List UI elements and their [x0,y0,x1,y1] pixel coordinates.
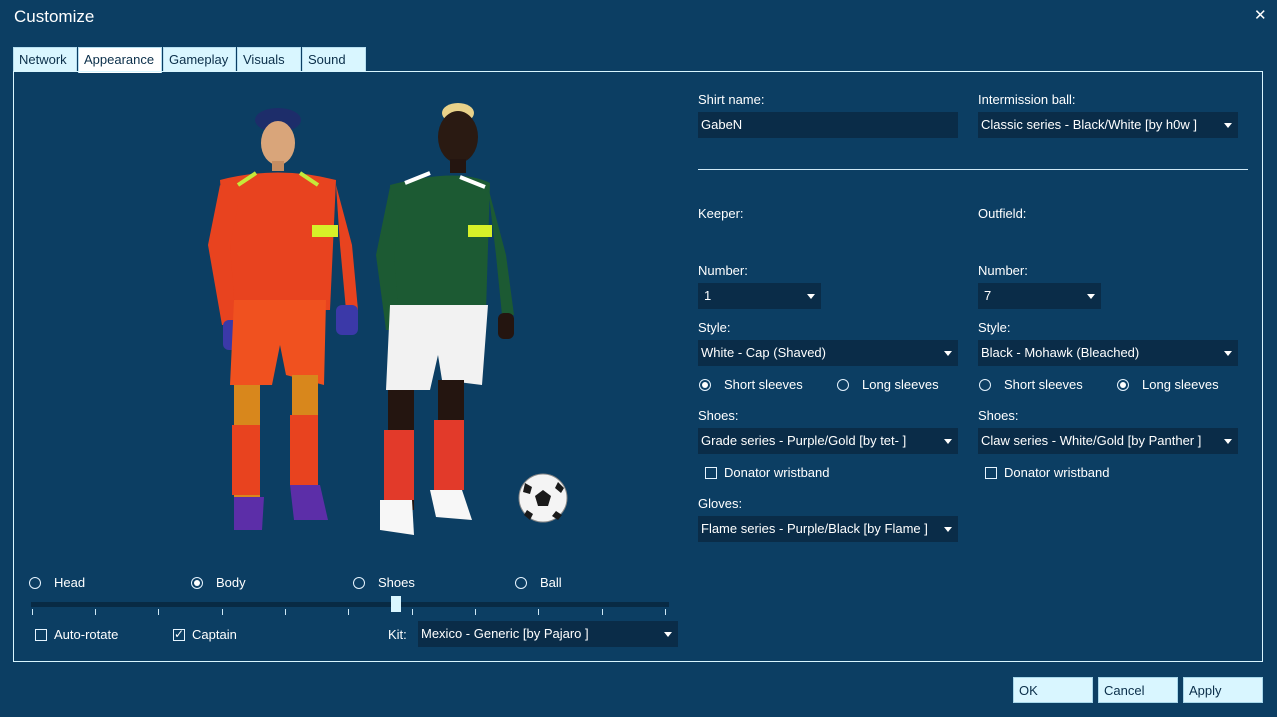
tab-sound[interactable]: Sound [302,47,366,72]
intermission-ball-label: Intermission ball: [978,92,1076,107]
chevron-down-icon [1224,351,1232,356]
keeper-number-value: 1 [704,288,712,303]
chevron-down-icon [664,632,672,637]
shirt-name-label: Shirt name: [698,92,765,107]
slider-tick [412,609,413,615]
outfield-long-sleeves-label: Long sleeves [1142,377,1219,392]
intermission-ball-select[interactable]: Classic series - Black/White [by h0w ] [978,112,1238,138]
kit-select[interactable]: Mexico - Generic [by Pajaro ] [418,621,678,647]
outfield-heading: Outfield: [978,206,1027,221]
zoom-slider-track[interactable] [31,602,669,607]
close-icon[interactable]: ✕ [1254,6,1267,24]
keeper-wristband-label: Donator wristband [724,465,830,480]
ok-button[interactable]: OK [1013,677,1093,703]
outfield-style-value: Black - Mohawk (Bleached) [981,345,1140,360]
intermission-ball-value: Classic series - Black/White [by h0w ] [981,117,1198,132]
tab-gameplay[interactable]: Gameplay [163,47,236,72]
slider-tick [222,609,223,615]
shirt-name-input[interactable]: GabeN [698,112,958,138]
slider-tick [348,609,349,615]
keeper-model [208,108,358,530]
keeper-wristband-checkbox[interactable] [705,467,717,479]
slider-tick [158,609,159,615]
captain-checkbox[interactable] [173,627,185,641]
outfield-wristband-label: Donator wristband [1004,465,1110,480]
chevron-down-icon [1224,439,1232,444]
captain-label: Captain [192,627,237,642]
outfield-style-label: Style: [978,320,1011,335]
chevron-down-icon [807,294,815,299]
outfield-wristband-checkbox[interactable] [985,467,997,479]
keeper-shoes-value: Grade series - Purple/Gold [by tet- ] [701,433,907,448]
tab-appearance[interactable]: Appearance [78,47,162,73]
keeper-shoes-label: Shoes: [698,408,739,423]
view-ball-label: Ball [540,575,562,590]
view-shoes-radio[interactable] [353,577,365,589]
keeper-number-select[interactable]: 1 [698,283,821,309]
keeper-number-label: Number: [698,263,748,278]
keeper-long-sleeves-label: Long sleeves [862,377,939,392]
keeper-style-label: Style: [698,320,731,335]
slider-tick [602,609,603,615]
keeper-short-sleeves-label: Short sleeves [724,377,803,392]
tab-network[interactable]: Network [13,47,77,72]
keeper-style-select[interactable]: White - Cap (Shaved) [698,340,958,366]
view-ball-radio[interactable] [515,577,527,589]
kit-label: Kit: [388,627,407,642]
outfield-shoes-select[interactable]: Claw series - White/Gold [by Panther ] [978,428,1238,454]
slider-tick [285,609,286,615]
slider-tick [32,609,33,615]
player-preview[interactable] [190,95,590,540]
ball-model [518,473,568,523]
keeper-heading: Keeper: [698,206,744,221]
keeper-style-value: White - Cap (Shaved) [701,345,826,360]
view-head-label: Head [54,575,86,590]
chevron-down-icon [944,527,952,532]
auto-rotate-label: Auto-rotate [54,627,119,642]
outfield-number-select[interactable]: 7 [978,283,1101,309]
slider-tick [665,609,666,615]
kit-value: Mexico - Generic [by Pajaro ] [421,626,589,641]
cancel-button[interactable]: Cancel [1098,677,1178,703]
apply-button[interactable]: Apply [1183,677,1263,703]
auto-rotate-checkbox[interactable] [35,629,47,641]
chevron-down-icon [1087,294,1095,299]
keeper-gloves-select[interactable]: Flame series - Purple/Black [by Flame ] [698,516,958,542]
chevron-down-icon [944,439,952,444]
chevron-down-icon [1224,123,1232,128]
slider-tick [538,609,539,615]
keeper-gloves-label: Gloves: [698,496,743,511]
view-body-label: Body [216,575,246,590]
outfield-number-value: 7 [984,288,992,303]
keeper-shoes-select[interactable]: Grade series - Purple/Gold [by tet- ] [698,428,958,454]
view-shoes-label: Shoes [378,575,415,590]
slider-tick [475,609,476,615]
outfield-shoes-label: Shoes: [978,408,1019,423]
divider [698,169,1248,170]
outfield-model [376,103,514,535]
outfield-short-sleeves-label: Short sleeves [1004,377,1083,392]
zoom-slider-thumb[interactable] [391,596,401,612]
chevron-down-icon [944,351,952,356]
keeper-short-sleeves-radio[interactable] [699,379,711,391]
keeper-gloves-value: Flame series - Purple/Black [by Flame ] [701,521,928,536]
view-head-radio[interactable] [29,577,41,589]
window-title: Customize [14,7,95,26]
keeper-long-sleeves-radio[interactable] [837,379,849,391]
view-body-radio[interactable] [191,577,203,589]
outfield-shoes-value: Claw series - White/Gold [by Panther ] [981,433,1202,448]
outfield-short-sleeves-radio[interactable] [979,379,991,391]
outfield-style-select[interactable]: Black - Mohawk (Bleached) [978,340,1238,366]
tab-visuals[interactable]: Visuals [237,47,301,72]
slider-tick [95,609,96,615]
outfield-long-sleeves-radio[interactable] [1117,379,1129,391]
outfield-number-label: Number: [978,263,1028,278]
